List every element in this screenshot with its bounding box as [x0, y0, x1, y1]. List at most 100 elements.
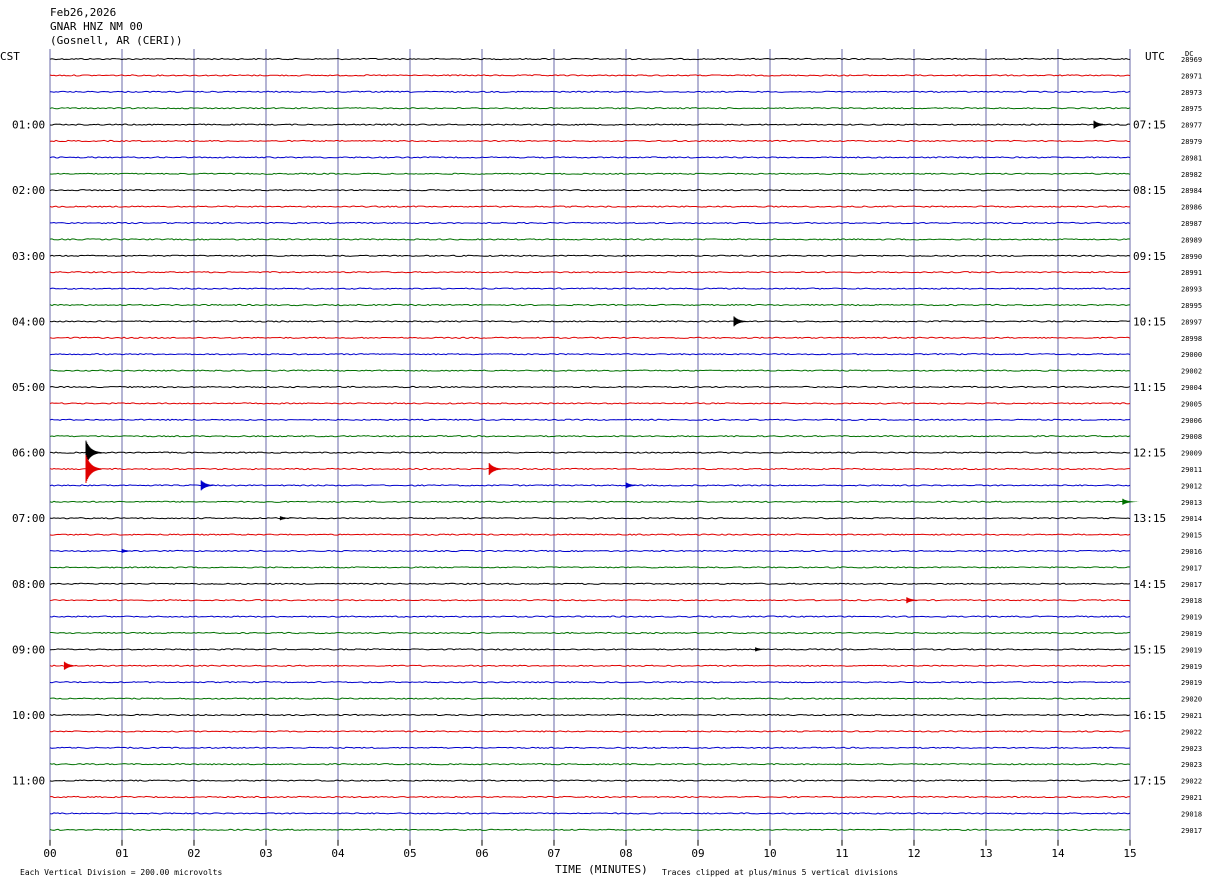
cst-hour-label: 09:00: [12, 643, 45, 656]
station-label: GNAR HNZ NM 00: [50, 20, 143, 33]
utc-label: UTC: [1145, 50, 1165, 63]
x-tick-label: 06: [475, 847, 488, 860]
trace-line: [49, 661, 1131, 670]
trace-line: [49, 336, 1131, 339]
trace-line: [49, 316, 1131, 327]
x-tick-label: 03: [259, 847, 272, 860]
trace-line: [49, 533, 1131, 536]
trace-line: [49, 480, 1131, 491]
cst-hour-label: 03:00: [12, 250, 45, 263]
trace-line: [49, 74, 1131, 77]
trace-line: [49, 221, 1131, 225]
dc-offset-label: 28993: [1181, 286, 1202, 294]
trace-line: [49, 435, 1131, 438]
dc-offset-label: 29011: [1181, 466, 1202, 474]
trace-group: [49, 57, 1139, 831]
trace-line: [49, 647, 1131, 652]
dc-offset-label: 28987: [1181, 220, 1202, 228]
dc-offset-label: 28977: [1181, 122, 1202, 130]
utc-hour-labels: 07:15 08:15 09:15 10:15 11:15 12:15 13:15 14:15…: [1133, 119, 1166, 788]
location-label: (Gosnell, AR (CERI)): [50, 34, 182, 47]
dc-offset-label: 28986: [1181, 204, 1202, 212]
trace-line: [49, 597, 1131, 604]
trace-line: [49, 713, 1131, 717]
dc-offset-label: 28991: [1181, 269, 1202, 277]
trace-line: [49, 57, 1131, 61]
trace-line: [49, 369, 1131, 372]
trace-line: [49, 455, 1131, 483]
trace-line: [49, 697, 1131, 700]
trace-line: [49, 631, 1131, 635]
x-tick-label: 04: [331, 847, 345, 860]
dc-offset-label: 29017: [1181, 581, 1202, 589]
dc-offset-label: 28979: [1181, 138, 1202, 146]
trace-line: [49, 385, 1131, 389]
dc-offset-label: 28984: [1181, 187, 1202, 195]
dc-offset-label: 29009: [1181, 450, 1202, 458]
trace-line: [49, 418, 1131, 421]
trace-line: [49, 107, 1131, 110]
trace-line: [49, 828, 1131, 831]
x-tick-label: 00: [43, 847, 56, 860]
dc-offset-label: 29018: [1181, 810, 1202, 818]
dc-offset-label: 29022: [1181, 728, 1202, 736]
trace-line: [49, 189, 1131, 192]
cst-hour-labels: 01:00 02:00 03:00 04:00 05:00 06:00 07:00 08:00…: [12, 119, 45, 788]
x-tick-label: 14: [1051, 847, 1065, 860]
utc-hour-label: 16:15: [1133, 709, 1166, 722]
dc-offset-label: 29005: [1181, 400, 1202, 408]
dc-offset-label: 29020: [1181, 696, 1202, 704]
trace-line: [49, 498, 1139, 505]
x-tick-label: 09: [691, 847, 704, 860]
dc-offset-label: 28989: [1181, 236, 1202, 244]
clip-note: Traces clipped at plus/minus 5 vertical …: [662, 868, 898, 877]
utc-hour-label: 17:15: [1133, 775, 1166, 788]
x-tick-label: 02: [187, 847, 200, 860]
x-tick-labels: 00 01 02 03 04 05 06 07 08 09 10 11 12 13 14 15: [43, 839, 1137, 860]
cst-hour-label: 07:00: [12, 512, 45, 525]
dc-offset-label: 29019: [1181, 630, 1202, 638]
utc-hour-label: 09:15: [1133, 250, 1166, 263]
date-label: Feb26,2026: [50, 6, 116, 19]
trace-line: [49, 353, 1131, 356]
trace-line: [49, 746, 1131, 749]
utc-hour-label: 11:15: [1133, 381, 1166, 394]
cst-hour-label: 04:00: [12, 315, 45, 328]
minute-grid: [49, 49, 1131, 840]
dc-offset-label: 29016: [1181, 548, 1202, 556]
trace-line: [49, 812, 1131, 815]
trace-line: [49, 287, 1131, 290]
trace-line: [49, 156, 1131, 159]
dc-offset-label: 28975: [1181, 105, 1202, 113]
dc-offset-label: 29008: [1181, 433, 1202, 441]
trace-line: [49, 763, 1131, 766]
x-tick-label: 01: [115, 847, 128, 860]
trace-line: [49, 205, 1131, 208]
utc-hour-label: 07:15: [1133, 119, 1166, 132]
utc-hour-label: 13:15: [1133, 512, 1166, 525]
dc-offset-label: 28997: [1181, 318, 1202, 326]
dc-offset-label: 28981: [1181, 154, 1202, 162]
cst-hour-label: 02:00: [12, 184, 45, 197]
trace-line: [49, 172, 1131, 175]
trace-line: [49, 120, 1131, 129]
cst-hour-label: 01:00: [12, 119, 45, 132]
dc-offset-label: 29012: [1181, 482, 1202, 490]
dc-offset-label: 29018: [1181, 597, 1202, 605]
dc-offset-label: 28990: [1181, 253, 1202, 261]
x-tick-label: 08: [619, 847, 632, 860]
trace-line: [49, 402, 1131, 405]
cst-hour-label: 10:00: [12, 709, 45, 722]
cst-hour-label: 11:00: [12, 775, 45, 788]
x-axis-title: TIME (MINUTES): [555, 863, 648, 876]
utc-hour-label: 12:15: [1133, 447, 1166, 460]
utc-hour-label: 10:15: [1133, 315, 1166, 328]
trace-line: [49, 681, 1131, 684]
utc-hour-label: 15:15: [1133, 643, 1166, 656]
dc-offset-label: 29017: [1181, 827, 1202, 835]
dc-offset-label: 29023: [1181, 745, 1202, 753]
dc-offset-label: 29019: [1181, 679, 1202, 687]
x-tick-label: 10: [763, 847, 776, 860]
dc-offset-label: 29022: [1181, 778, 1202, 786]
dc-offset-label: 29021: [1181, 712, 1202, 720]
